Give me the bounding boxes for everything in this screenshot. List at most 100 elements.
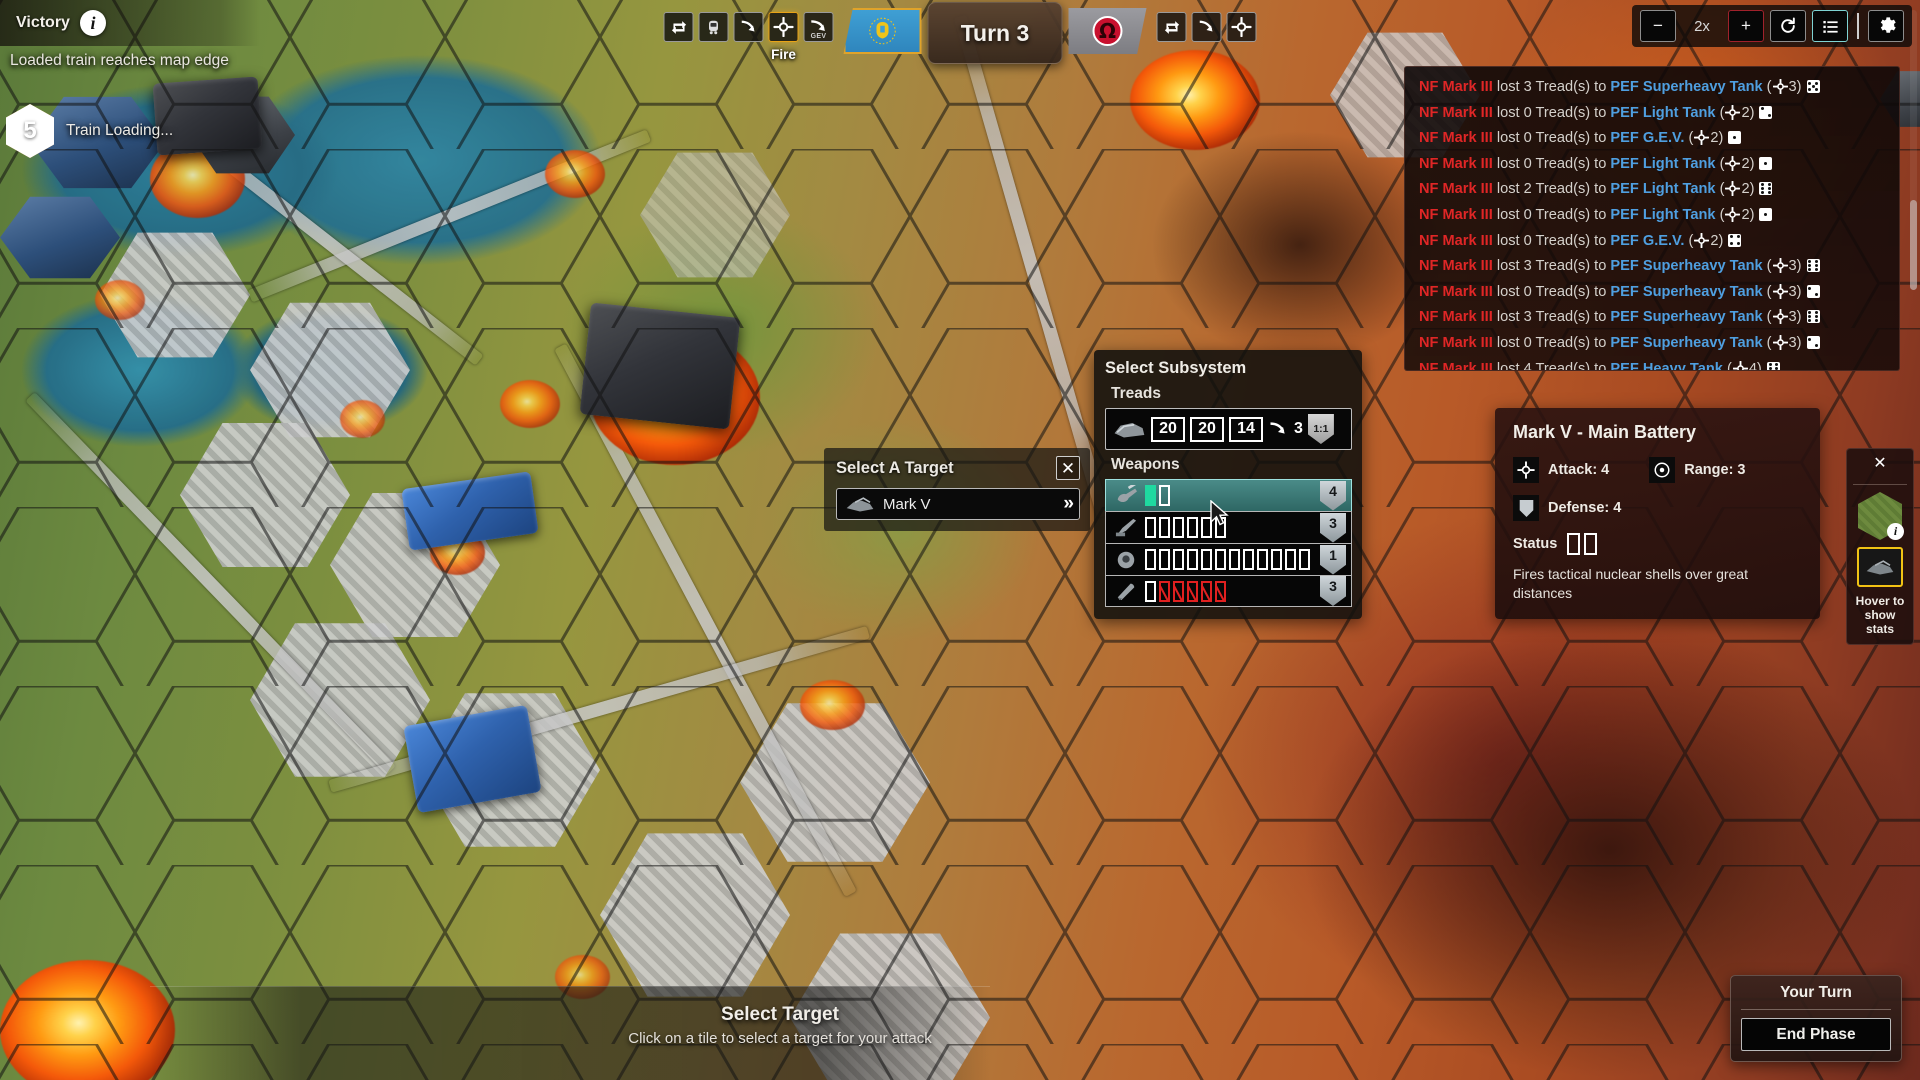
mark-v-unit-icon [846,497,874,512]
main-battery-icon [1117,484,1138,502]
repeat-icon-button[interactable] [663,12,694,42]
ammo-pip [1243,549,1254,570]
gear-icon [1880,16,1896,33]
ammo-pip [1173,580,1184,602]
status-label: Status [1513,536,1558,552]
status-pip [1567,533,1581,555]
close-icon[interactable]: ✕ [1056,456,1080,480]
autocannon-icon [1115,518,1137,536]
weapon-ammo-pips [1145,485,1314,506]
crosshair-icon [1732,360,1748,370]
objective-header: Victory i [0,0,260,46]
objective-description: Loaded train reaches map edge [10,52,229,69]
settings-button[interactable] [1868,10,1904,42]
treads-row[interactable]: 20 20 14 3 1:1 [1105,408,1352,450]
info-icon[interactable]: i [79,10,106,36]
battle-log-line: NF Mark III lost 0 Tread(s) to PEF Super… [1419,280,1889,306]
zoom-in-button[interactable]: + [1728,10,1764,42]
log-toggle-button[interactable] [1812,10,1848,42]
enemy-faction-banner[interactable]: Ω [1068,8,1147,54]
die-result [1806,284,1820,298]
weapon-attack-badge: 3 [1320,512,1346,543]
unit-description: Fires tactical nuclear shells over great… [1513,566,1748,601]
double-chevron-right-icon[interactable]: » [1063,493,1073,515]
weapon-row[interactable]: 3 [1105,575,1352,607]
train-status-label: Train Loading... [66,122,174,139]
ammo-pip [1159,517,1170,538]
die-result [1759,156,1773,170]
ammo-pip [1187,517,1198,538]
right-tool-group [1156,0,1257,42]
weapon-row[interactable]: 1 [1105,543,1352,575]
repeat-icon [1164,20,1179,34]
ammo-pip [1145,549,1156,570]
fire-caption: Fire [771,47,796,62]
crosshair-icon [1231,17,1252,37]
crosshair-icon-button-2[interactable] [1226,12,1257,42]
crosshair-icon [1772,79,1788,94]
refresh-icon [1781,17,1795,33]
fire-mode-button[interactable]: Fire [768,12,799,62]
crosshair-icon [1725,155,1741,171]
left-tool-group: Fire GEV [663,0,834,62]
die-result [1728,131,1742,145]
view-controls: − 2x + [1632,5,1912,47]
tread-value-boxes: 20 20 14 [1151,416,1263,442]
die-result [1806,335,1820,349]
weapon-ammo-pips [1145,580,1314,602]
battle-log-panel[interactable]: NF Mark III lost 3 Tread(s) to PEF Super… [1404,66,1900,371]
enemy-mark-v-unit[interactable] [579,302,741,430]
shield-icon [1513,495,1539,521]
crosshair-icon [1694,232,1710,248]
zoom-out-button[interactable]: − [1640,10,1676,42]
range-stat: Range: 3 [1649,457,1746,483]
gev-move-button[interactable]: GEV [803,12,834,42]
battle-log-line: NF Mark III lost 0 Tread(s) to PEF Super… [1419,331,1889,357]
weapon-attack-badge: 3 [1320,576,1346,606]
repeat-icon-button-2[interactable] [1156,12,1187,42]
range-label: Range: 3 [1684,462,1746,478]
selected-unit-thumbnail[interactable] [1857,547,1903,587]
weapon-ammo-pips [1145,549,1314,570]
ammo-pip [1145,485,1156,506]
end-phase-button[interactable]: End Phase [1741,1018,1891,1051]
die-result [1806,80,1820,93]
log-scrollbar-thumb[interactable] [1910,200,1917,290]
battle-log-line: NF Mark III lost 0 Tread(s) to PEF Light… [1419,203,1889,229]
lava-tile [340,400,385,438]
select-target-panel: Select A Target ✕ Mark V » [824,448,1090,531]
close-icon[interactable]: ✕ [1873,455,1886,477]
train-objective-row: 5 Train Loading... [6,104,173,158]
terrain-preview[interactable]: i [1858,492,1904,540]
refresh-button[interactable] [1770,10,1806,42]
crosshair-icon [1772,309,1788,325]
info-icon[interactable]: i [1887,523,1904,540]
lava-tile [0,960,175,1080]
treads-icon [1114,423,1145,438]
battle-log-line: NF Mark III lost 0 Tread(s) to PEF G.E.V… [1419,229,1889,255]
weapon-attack-badge: 4 [1320,480,1346,511]
lava-tile [500,380,560,428]
battle-log-line: NF Mark III lost 4 Tread(s) to PEF Heavy… [1419,357,1889,370]
move-arrow-icon-button[interactable] [733,12,764,42]
turn-panel: Your Turn End Phase [1730,975,1902,1062]
turn-counter: Turn 3 [927,2,1063,64]
weapon-attack-badge: 1 [1320,544,1346,575]
train-icon [709,20,718,34]
ammo-pip [1145,517,1156,538]
lava-tile [800,680,865,730]
attack-label: Attack: 4 [1548,462,1610,478]
crosshair-icon [1513,457,1539,483]
move-arrow-icon-button-2[interactable] [1191,12,1222,42]
weapon-ammo-pips [1145,517,1314,538]
tread-ratio-badge: 1:1 [1307,414,1334,444]
player-faction-banner[interactable] [843,8,922,54]
move-arrow-icon [1270,421,1285,434]
train-icon-button[interactable] [698,12,729,42]
target-list-item[interactable]: Mark V » [836,488,1080,520]
tread-value: 20 [1190,416,1224,442]
crosshair-icon [773,17,794,37]
attack-range-row: Attack: 4 Range: 3 [1513,457,1804,483]
gev-caption: GEV [810,33,827,40]
status-pips [1567,533,1598,555]
